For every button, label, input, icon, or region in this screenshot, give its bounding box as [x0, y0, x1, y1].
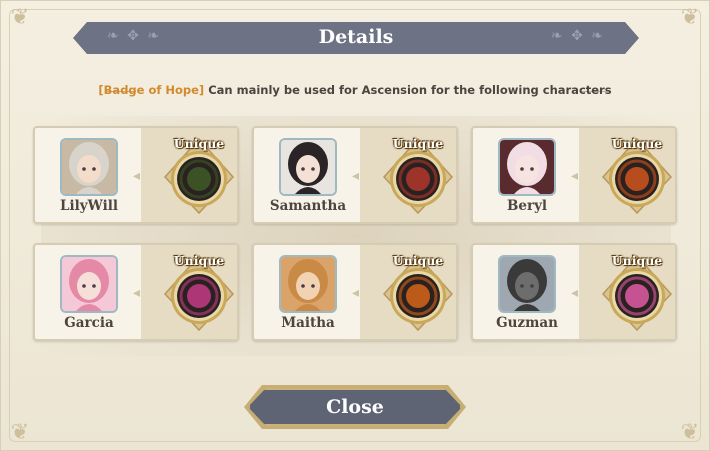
item-name: [Badge of Hope]: [98, 83, 205, 97]
chevron-left-icon: ◂: [133, 285, 141, 301]
unique-label: Unique: [173, 136, 225, 151]
character-portrait[interactable]: [498, 255, 556, 313]
subtitle-text: Can mainly be used for Ascension for the…: [204, 83, 612, 97]
chevron-left-icon: ◂: [571, 168, 579, 184]
character-portrait[interactable]: [279, 138, 337, 196]
close-button-label: Close: [326, 396, 384, 418]
corner-ornament-icon: ❦: [10, 420, 30, 445]
corner-ornament-icon: ❦: [680, 5, 700, 30]
unique-badge[interactable]: Unique: [380, 135, 456, 215]
character-card[interactable]: ◂ Guzman Unique: [471, 243, 677, 341]
chevron-left-icon: ◂: [133, 168, 141, 184]
character-name: Garcia: [64, 315, 114, 331]
unique-label: Unique: [392, 136, 444, 151]
unique-label: Unique: [611, 253, 663, 268]
character-portrait[interactable]: [498, 138, 556, 196]
unique-label: Unique: [173, 253, 225, 268]
character-portrait[interactable]: [60, 255, 118, 313]
character-name: Samantha: [269, 198, 347, 214]
title-bar: ❧ ✥ ❧ ❧ ✥ ❧ Details: [73, 22, 639, 54]
details-dialog: ❦ ❦ ❦ ❦ ❧ ✥ ❧ ❧ ✥ ❧ Details [Badge of Ho…: [0, 0, 710, 451]
corner-ornament-icon: ❦: [10, 5, 30, 30]
unique-label: Unique: [392, 253, 444, 268]
unique-label: Unique: [611, 136, 663, 151]
chevron-left-icon: ◂: [352, 285, 360, 301]
character-name: Beryl: [506, 198, 548, 214]
chevron-left-icon: ◂: [352, 168, 360, 184]
unique-badge[interactable]: Unique: [380, 252, 456, 332]
unique-badge[interactable]: Unique: [599, 252, 675, 332]
character-card[interactable]: ◂ Samantha Unique: [252, 126, 458, 224]
character-card[interactable]: ◂ Beryl Unique: [471, 126, 677, 224]
unique-badge[interactable]: Unique: [161, 252, 237, 332]
character-card[interactable]: ◂ Maitha Unique: [252, 243, 458, 341]
close-button[interactable]: Close: [248, 388, 462, 426]
character-name: LilyWill: [60, 198, 118, 214]
corner-ornament-icon: ❦: [680, 420, 700, 445]
unique-badge[interactable]: Unique: [599, 135, 675, 215]
character-portrait[interactable]: [279, 255, 337, 313]
unique-badge[interactable]: Unique: [161, 135, 237, 215]
character-name: Maitha: [281, 315, 335, 331]
character-portrait[interactable]: [60, 138, 118, 196]
chevron-left-icon: ◂: [571, 285, 579, 301]
dialog-subtitle: [Badge of Hope] Can mainly be used for A…: [1, 83, 709, 97]
character-name: Guzman: [496, 315, 558, 331]
character-card[interactable]: ◂ Garcia Unique: [33, 243, 239, 341]
dialog-title: Details: [318, 26, 394, 48]
character-card[interactable]: ◂ LilyWill Unique: [33, 126, 239, 224]
